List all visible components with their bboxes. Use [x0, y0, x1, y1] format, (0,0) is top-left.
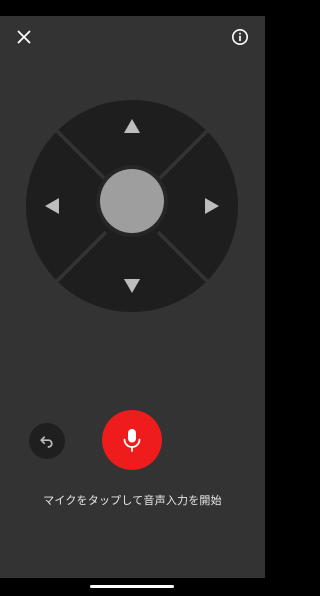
info-button[interactable] — [228, 25, 252, 49]
status-bar — [0, 0, 265, 16]
info-icon — [232, 29, 248, 45]
microphone-icon — [123, 429, 141, 452]
dpad-center-button[interactable] — [100, 169, 164, 233]
close-icon — [17, 30, 31, 44]
home-indicator[interactable] — [90, 585, 174, 588]
back-button[interactable] — [29, 423, 65, 459]
voice-input-hint: マイクをタップして音声入力を開始 — [43, 494, 222, 507]
microphone-button[interactable] — [102, 410, 162, 470]
close-button[interactable] — [12, 25, 36, 49]
dpad — [25, 99, 239, 313]
undo-icon — [40, 436, 53, 448]
